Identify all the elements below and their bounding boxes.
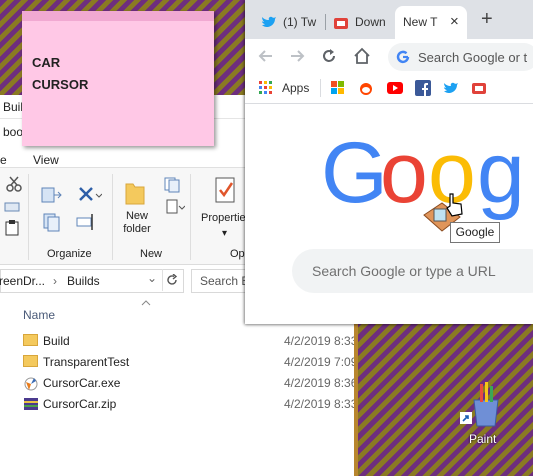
menu-tab-partial[interactable]: e bbox=[0, 153, 7, 167]
shortcut-arrow-icon bbox=[460, 412, 472, 424]
properties-label: Propertie bbox=[201, 212, 246, 224]
file-name: TransparentTest bbox=[43, 355, 130, 369]
youtube-icon[interactable] bbox=[387, 82, 403, 94]
file-name: Build bbox=[43, 334, 70, 348]
address-history-chevron-icon[interactable]: ⌄ bbox=[147, 271, 157, 285]
tab-strip: (1) Tw Down New T × + bbox=[245, 0, 533, 39]
ribbon-group-open: Op bbox=[230, 248, 245, 260]
google-logo-letter: g bbox=[477, 125, 525, 221]
sort-ascending-icon bbox=[141, 300, 151, 306]
file-name: CursorCar.zip bbox=[43, 397, 117, 411]
twitter-bookmark-icon[interactable] bbox=[443, 81, 459, 95]
sticky-note-line2: CURSOR bbox=[32, 77, 89, 92]
breadcrumb-separator-icon: › bbox=[53, 274, 57, 288]
ribbon-group-organize: Organize bbox=[47, 248, 92, 260]
tab-twitter[interactable]: (1) Tw bbox=[253, 6, 325, 39]
folder-icon bbox=[23, 355, 38, 367]
refresh-icon bbox=[167, 273, 178, 285]
sticky-note[interactable]: CAR CURSOR bbox=[22, 11, 214, 146]
reload-icon[interactable] bbox=[321, 48, 337, 64]
address-bar[interactable]: reenDr... › Builds ⌄ bbox=[0, 269, 184, 293]
cut-icon[interactable] bbox=[6, 176, 22, 192]
file-date: 4/2/2019 7:09 bbox=[284, 355, 358, 369]
file-row[interactable]: Build 4/2/2019 8:33 bbox=[0, 331, 358, 352]
copy-to-icon[interactable] bbox=[42, 212, 62, 232]
twitter-icon bbox=[262, 16, 276, 27]
google-search-placeholder: Search Google or type a URL bbox=[312, 263, 496, 279]
browser-window: (1) Tw Down New T × + Search Google or t… bbox=[245, 0, 533, 324]
tab-divider bbox=[325, 14, 326, 30]
browser-toolbar: Search Google or t bbox=[245, 39, 533, 73]
ribbon-separator bbox=[190, 174, 191, 260]
explorer-title: Buil bbox=[3, 100, 24, 114]
facebook-icon[interactable] bbox=[415, 80, 431, 96]
explorer-tab-label[interactable]: boo bbox=[3, 125, 23, 139]
properties-button[interactable]: Propertie bbox=[201, 212, 246, 224]
link-tooltip: Google bbox=[450, 222, 500, 243]
file-date: 4/2/2019 8:33 bbox=[284, 334, 358, 348]
paste-shortcut-icon[interactable] bbox=[5, 220, 19, 236]
new-item-icon[interactable] bbox=[163, 176, 185, 194]
menu-tab-view[interactable]: View bbox=[33, 153, 59, 167]
tab-downloads[interactable]: Down bbox=[327, 6, 393, 39]
new-folder-label-line1: New bbox=[125, 210, 148, 222]
file-row[interactable]: TransparentTest 4/2/2019 7:09 bbox=[0, 352, 358, 373]
google-search-box[interactable]: Search Google or type a URL bbox=[292, 249, 533, 293]
tab-new-tab[interactable]: New T × bbox=[395, 6, 467, 39]
properties-icon[interactable] bbox=[214, 176, 238, 204]
game-icon bbox=[334, 18, 348, 29]
delete-icon[interactable] bbox=[78, 184, 102, 204]
easy-access-icon[interactable] bbox=[163, 198, 185, 216]
tab-label: (1) Tw bbox=[283, 15, 317, 29]
new-folder-label-line2: folder bbox=[123, 223, 151, 235]
paint-icon bbox=[473, 382, 499, 427]
back-arrow-icon[interactable] bbox=[258, 48, 274, 64]
desktop-icon-label: Paint bbox=[469, 432, 497, 446]
rename-icon[interactable] bbox=[76, 212, 96, 232]
new-folder-button[interactable]: New folder bbox=[120, 210, 154, 236]
file-row[interactable]: CursorCar.zip 4/2/2019 8:33 bbox=[0, 394, 358, 415]
omnibox-placeholder: Search Google or t bbox=[418, 50, 528, 65]
apps-label[interactable]: Apps bbox=[282, 81, 309, 95]
file-date: 4/2/2019 8:33 bbox=[284, 397, 358, 411]
new-folder-icon[interactable] bbox=[124, 178, 146, 206]
column-header-name[interactable]: Name bbox=[23, 308, 55, 322]
file-name: CursorCar.exe bbox=[43, 376, 121, 390]
hand-pointer-icon bbox=[446, 193, 463, 217]
reddit-icon[interactable] bbox=[358, 80, 374, 96]
copy-path-icon[interactable] bbox=[4, 201, 20, 213]
desktop-icon-paint[interactable]: Paint bbox=[458, 382, 514, 446]
file-row[interactable]: CursorCar.exe 4/2/2019 8:36 bbox=[0, 373, 358, 394]
bookmark-divider bbox=[320, 79, 321, 97]
breadcrumb-parent[interactable]: reenDr... bbox=[0, 274, 45, 288]
explorer-search-placeholder: Search B bbox=[200, 274, 250, 288]
ribbon-group-new: New bbox=[140, 248, 163, 260]
folder-icon bbox=[23, 334, 38, 346]
google-logo-letter: o bbox=[380, 125, 428, 221]
ribbon-separator bbox=[28, 174, 29, 260]
microsoft-icon[interactable] bbox=[331, 81, 345, 95]
game-bookmark-icon[interactable] bbox=[471, 80, 487, 96]
sticky-note-line1: CAR bbox=[32, 55, 61, 70]
tab-label: New T bbox=[403, 15, 438, 29]
google-logo-letter: G bbox=[321, 125, 388, 221]
ribbon-separator bbox=[112, 174, 113, 260]
file-date: 4/2/2019 8:36 bbox=[284, 376, 358, 390]
move-to-icon[interactable] bbox=[40, 184, 62, 204]
omnibox[interactable]: Search Google or t bbox=[388, 43, 533, 71]
new-tab-button[interactable]: + bbox=[481, 8, 493, 31]
apps-grid-icon[interactable] bbox=[259, 81, 273, 95]
new-tab-page: G o o g Search Google or type a URL bbox=[245, 104, 533, 324]
refresh-button[interactable] bbox=[162, 269, 181, 291]
google-g-icon bbox=[396, 50, 410, 64]
exe-icon bbox=[24, 377, 38, 391]
home-icon[interactable] bbox=[353, 47, 371, 64]
breadcrumb-current[interactable]: Builds bbox=[67, 274, 100, 288]
bookmarks-bar: Apps bbox=[245, 73, 533, 104]
tab-label: Down bbox=[355, 15, 386, 29]
properties-dropdown-arrow[interactable]: ▾ bbox=[222, 228, 227, 239]
forward-arrow-icon[interactable] bbox=[289, 48, 305, 64]
close-tab-icon[interactable]: × bbox=[450, 13, 459, 30]
zip-icon bbox=[24, 398, 38, 410]
